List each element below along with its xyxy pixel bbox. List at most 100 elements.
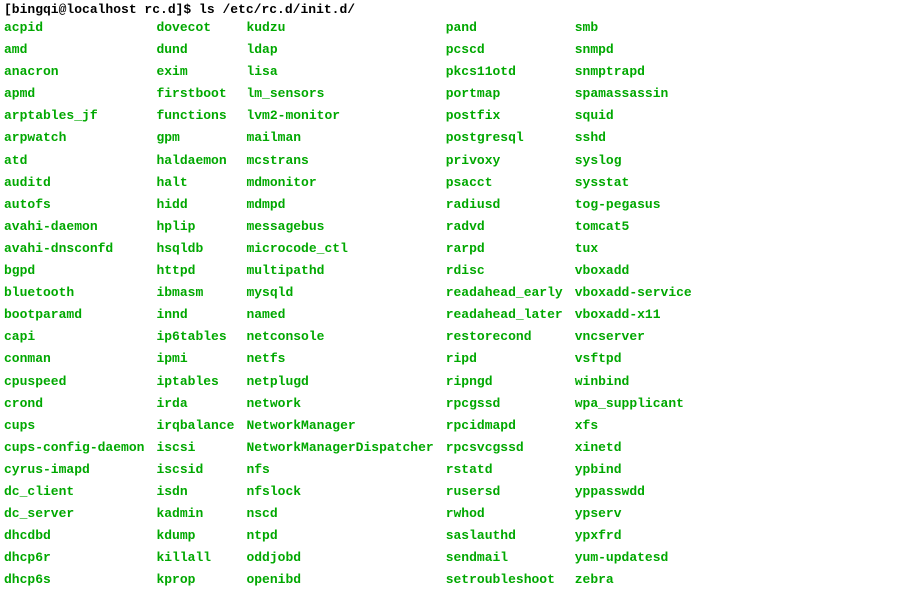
file-entry: rdisc: [446, 260, 563, 282]
file-entry: yum-updatesd: [575, 547, 692, 569]
file-entry: dc_server: [4, 503, 144, 525]
file-entry: snmpd: [575, 39, 692, 61]
file-entry: xfs: [575, 415, 692, 437]
file-entry: hsqldb: [156, 238, 234, 260]
file-entry: hidd: [156, 194, 234, 216]
file-entry: acpid: [4, 17, 144, 39]
file-entry: bluetooth: [4, 282, 144, 304]
file-entry: NetworkManager: [246, 415, 433, 437]
file-entry: kprop: [156, 569, 234, 591]
file-entry: rpcgssd: [446, 393, 563, 415]
file-entry: iscsi: [156, 437, 234, 459]
file-entry: lisa: [246, 61, 433, 83]
file-entry: ypserv: [575, 503, 692, 525]
file-entry: conman: [4, 348, 144, 370]
file-entry: sshd: [575, 127, 692, 149]
file-entry: vboxadd: [575, 260, 692, 282]
file-entry: NetworkManagerDispatcher: [246, 437, 433, 459]
file-entry: postfix: [446, 105, 563, 127]
file-entry: squid: [575, 105, 692, 127]
file-entry: autofs: [4, 194, 144, 216]
file-entry: dc_client: [4, 481, 144, 503]
file-entry: nfs: [246, 459, 433, 481]
file-entry: zebra: [575, 569, 692, 591]
file-entry: auditd: [4, 172, 144, 194]
file-entry: pkcs11otd: [446, 61, 563, 83]
file-entry: ripngd: [446, 371, 563, 393]
file-entry: dhcdbd: [4, 525, 144, 547]
file-entry: winbind: [575, 371, 692, 393]
file-entry: irda: [156, 393, 234, 415]
file-entry: rwhod: [446, 503, 563, 525]
file-entry: arptables_jf: [4, 105, 144, 127]
file-entry: saslauthd: [446, 525, 563, 547]
file-entry: psacct: [446, 172, 563, 194]
file-entry: smb: [575, 17, 692, 39]
file-entry: rstatd: [446, 459, 563, 481]
file-entry: avahi-daemon: [4, 216, 144, 238]
file-entry: kadmin: [156, 503, 234, 525]
file-entry: tux: [575, 238, 692, 260]
file-entry: network: [246, 393, 433, 415]
file-entry: atd: [4, 150, 144, 172]
file-entry: vsftpd: [575, 348, 692, 370]
file-entry: dund: [156, 39, 234, 61]
file-entry: setroubleshoot: [446, 569, 563, 591]
file-entry: named: [246, 304, 433, 326]
prompt-line: [bingqi@localhost rc.d]$ ls /etc/rc.d/in…: [4, 2, 910, 17]
file-entry: kdump: [156, 525, 234, 547]
file-entry: hplip: [156, 216, 234, 238]
file-entry: pand: [446, 17, 563, 39]
file-entry: mysqld: [246, 282, 433, 304]
file-entry: cups-config-daemon: [4, 437, 144, 459]
file-entry: postgresql: [446, 127, 563, 149]
file-entry: haldaemon: [156, 150, 234, 172]
file-entry: radvd: [446, 216, 563, 238]
file-column-1: dovecotdundeximfirstbootfunctionsgpmhald…: [156, 17, 234, 591]
file-column-0: acpidamdanacronapmdarptables_jfarpwatcha…: [4, 17, 144, 591]
file-entry: cpuspeed: [4, 371, 144, 393]
shell-prompt: [bingqi@localhost rc.d]$: [4, 2, 199, 17]
file-entry: vboxadd-x11: [575, 304, 692, 326]
file-entry: cyrus-imapd: [4, 459, 144, 481]
file-entry: dhcp6s: [4, 569, 144, 591]
file-entry: messagebus: [246, 216, 433, 238]
file-entry: gpm: [156, 127, 234, 149]
file-entry: killall: [156, 547, 234, 569]
file-entry: capi: [4, 326, 144, 348]
file-entry: sysstat: [575, 172, 692, 194]
file-entry: wpa_supplicant: [575, 393, 692, 415]
shell-command: ls /etc/rc.d/init.d/: [199, 2, 355, 17]
file-entry: iptables: [156, 371, 234, 393]
file-column-3: pandpcscdpkcs11otdportmappostfixpostgres…: [446, 17, 563, 591]
file-entry: ypxfrd: [575, 525, 692, 547]
file-entry: rusersd: [446, 481, 563, 503]
file-entry: firstboot: [156, 83, 234, 105]
file-entry: lm_sensors: [246, 83, 433, 105]
directory-listing: acpidamdanacronapmdarptables_jfarpwatcha…: [4, 17, 910, 591]
file-entry: bgpd: [4, 260, 144, 282]
file-entry: ypbind: [575, 459, 692, 481]
file-entry: multipathd: [246, 260, 433, 282]
file-entry: rpcsvcgssd: [446, 437, 563, 459]
file-entry: mdmonitor: [246, 172, 433, 194]
file-entry: apmd: [4, 83, 144, 105]
file-column-2: kudzuldaplisalm_sensorslvm2-monitormailm…: [246, 17, 433, 591]
file-entry: ldap: [246, 39, 433, 61]
file-entry: dhcp6r: [4, 547, 144, 569]
file-entry: readahead_early: [446, 282, 563, 304]
file-entry: restorecond: [446, 326, 563, 348]
file-entry: radiusd: [446, 194, 563, 216]
file-entry: amd: [4, 39, 144, 61]
file-entry: rpcidmapd: [446, 415, 563, 437]
file-entry: irqbalance: [156, 415, 234, 437]
file-entry: avahi-dnsconfd: [4, 238, 144, 260]
file-entry: functions: [156, 105, 234, 127]
file-entry: snmptrapd: [575, 61, 692, 83]
file-entry: netfs: [246, 348, 433, 370]
file-entry: cups: [4, 415, 144, 437]
file-entry: vboxadd-service: [575, 282, 692, 304]
file-column-4: smbsnmpdsnmptrapdspamassassinsquidsshdsy…: [575, 17, 692, 591]
file-entry: nfslock: [246, 481, 433, 503]
file-entry: ripd: [446, 348, 563, 370]
